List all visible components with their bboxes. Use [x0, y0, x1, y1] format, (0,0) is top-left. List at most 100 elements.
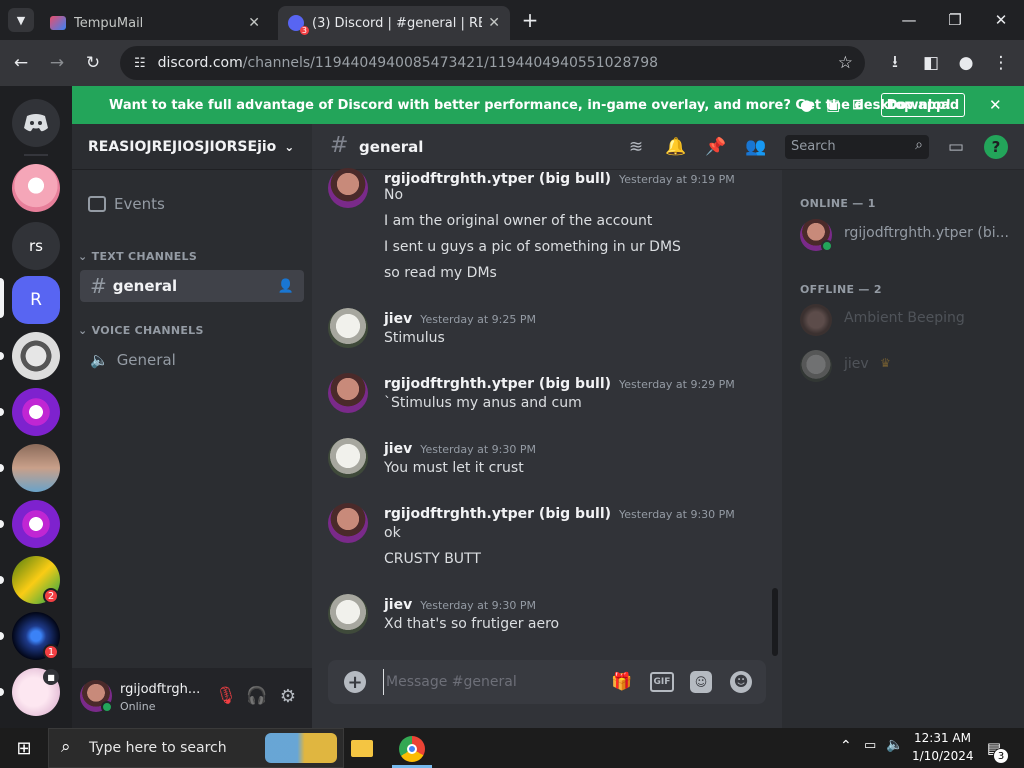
message-author[interactable]: jiev — [384, 441, 412, 457]
new-tab-button[interactable]: + — [518, 8, 542, 32]
server-r[interactable]: R — [12, 276, 60, 324]
reload-icon[interactable]: ↻ — [82, 52, 104, 74]
banner-text: Want to take full advantage of Discord w… — [109, 97, 952, 113]
server-rs[interactable]: rs — [12, 222, 60, 270]
address-bar[interactable]: ☷ discord.com/channels/11944049400854734… — [120, 46, 865, 80]
search-highlight-icon — [265, 733, 337, 763]
help-icon[interactable]: ? — [984, 135, 1008, 159]
gif-icon[interactable]: GIF — [650, 672, 674, 692]
member-list-icon[interactable]: 👥 — [744, 135, 768, 159]
server-name: REASIOJREJIOSJIORSEjio — [88, 138, 277, 155]
restore-button[interactable]: ❐ — [932, 0, 978, 40]
category-label: TEXT CHANNELS — [91, 250, 198, 263]
category-voice-channels[interactable]: ⌄ VOICE CHANNELS — [78, 324, 204, 337]
chevron-up-icon[interactable]: ⌃ — [840, 738, 852, 754]
browser-tab-strip: ▼ TempuMail ✕ 3 (3) Discord | #general |… — [0, 0, 1024, 40]
message-line: ok — [384, 525, 401, 541]
pin-icon[interactable]: 📌 — [704, 135, 728, 159]
unread-badge: 1 — [43, 644, 59, 660]
search-input[interactable]: Search ⌕ — [785, 135, 929, 159]
inbox-icon[interactable]: ▭ — [944, 135, 968, 159]
channel-label: general — [112, 277, 178, 295]
server-avatar-icon[interactable] — [12, 444, 60, 492]
member-item[interactable]: Ambient Beeping — [790, 300, 1016, 340]
separator — [24, 154, 48, 156]
taskbar-search[interactable]: ⌕ Type here to search — [48, 728, 344, 768]
back-icon[interactable]: ← — [10, 52, 32, 74]
online-status-dot — [101, 701, 113, 713]
windows-start-icon[interactable]: ⊞ — [0, 728, 48, 768]
message-author[interactable]: rgijodftrghth.ytper (big bull) — [384, 506, 611, 522]
avatar[interactable] — [328, 168, 368, 208]
search-placeholder: Search — [791, 139, 836, 154]
avatar[interactable] — [328, 308, 368, 348]
server-avatar-icon[interactable] — [12, 164, 60, 212]
online-header: ONLINE — 1 — [800, 197, 876, 210]
add-attachment-icon[interactable]: + — [344, 671, 366, 693]
site-info-icon[interactable]: ☷ — [134, 56, 146, 71]
channel-general[interactable]: # general 👤 — [80, 270, 304, 302]
message-author[interactable]: rgijodftrghth.ytper (big bull) — [384, 376, 611, 392]
menu-icon[interactable]: ⋮ — [990, 52, 1012, 74]
events-item[interactable]: Events — [80, 188, 304, 220]
channel-sidebar: REASIOJREJIOSJIORSEjio ⌄ Events ⌄ TEXT C… — [72, 124, 312, 728]
message-line: I sent u guys a pic of something in ur D… — [384, 239, 681, 255]
message-author[interactable]: jiev — [384, 311, 412, 327]
unread-badge: 2 — [43, 588, 59, 604]
clock-date[interactable]: 1/10/2024 — [912, 749, 974, 763]
mic-muted-icon[interactable]: 🎙 — [214, 684, 238, 708]
notification-count: 3 — [993, 748, 1009, 764]
gift-icon[interactable]: 🎁 — [610, 671, 634, 693]
bell-icon[interactable]: 🔔 — [664, 135, 688, 159]
emoji-icon[interactable]: ☻ — [730, 671, 752, 693]
tab-discord[interactable]: 3 (3) Discord | #general | REASIOJ ✕ — [278, 6, 510, 40]
avatar[interactable] — [328, 594, 368, 634]
close-tab-icon[interactable]: ✕ — [488, 15, 500, 31]
sticker-icon[interactable]: ☺ — [690, 671, 712, 693]
minimize-button[interactable]: — — [886, 0, 932, 40]
member-item[interactable]: jiev ♛ — [790, 346, 1016, 386]
headphones-icon[interactable]: 🎧 — [245, 684, 269, 708]
hashtag-icon: # — [330, 133, 349, 158]
category-text-channels[interactable]: ⌄ TEXT CHANNELS — [78, 250, 197, 263]
message-input[interactable]: Message #general — [383, 669, 583, 695]
scrollbar[interactable] — [772, 588, 778, 656]
bookmark-star-icon[interactable]: ☆ — [838, 53, 853, 73]
message-header: jiev Yesterday at 9:30 PM — [384, 438, 536, 457]
close-banner-icon[interactable]: ✕ — [989, 96, 1002, 114]
clock-time[interactable]: 12:31 AM — [914, 731, 971, 745]
voice-channel-general[interactable]: 🔈 General — [80, 344, 304, 376]
member-list: ONLINE — 1 rgijodftrghth.ytper (bi... OF… — [782, 170, 1024, 728]
server-avatar-icon[interactable] — [12, 332, 60, 380]
avatar[interactable] — [328, 373, 368, 413]
add-member-icon[interactable]: 👤 — [278, 279, 294, 294]
message-author[interactable]: jiev — [384, 597, 412, 613]
profile-icon[interactable]: ● — [955, 52, 977, 74]
settings-gear-icon[interactable]: ⚙ — [276, 684, 300, 708]
close-tab-icon[interactable]: ✕ — [248, 15, 260, 31]
category-label: VOICE CHANNELS — [91, 324, 204, 337]
discord-home-icon[interactable] — [12, 99, 60, 147]
download-icon[interactable]: ⭳ — [884, 52, 906, 74]
tab-tempumail[interactable]: TempuMail ✕ — [40, 6, 270, 40]
download-button[interactable]: Download — [881, 93, 965, 117]
forward-icon[interactable]: → — [46, 52, 68, 74]
message-line: Xd that's so frutiger aero — [384, 616, 560, 632]
network-icon[interactable]: ▭ — [864, 738, 876, 753]
message-author[interactable]: rgijodftrghth.ytper (big bull) — [384, 171, 611, 187]
close-window-button[interactable]: ✕ — [978, 0, 1024, 40]
chrome-icon[interactable] — [399, 736, 425, 762]
message-timestamp: Yesterday at 9:25 PM — [420, 313, 536, 326]
avatar[interactable] — [328, 503, 368, 543]
volume-muted-icon[interactable]: 🔈 — [886, 737, 903, 753]
member-item[interactable]: rgijodftrghth.ytper (bi... — [790, 215, 1016, 255]
server-header[interactable]: REASIOJREJIOSJIORSEjio ⌄ — [72, 124, 312, 170]
server-avatar-icon[interactable] — [12, 500, 60, 548]
message-line: No — [384, 187, 404, 203]
file-explorer-icon[interactable] — [350, 736, 374, 760]
side-panel-icon[interactable]: ◧ — [920, 52, 942, 74]
server-avatar-icon[interactable] — [12, 388, 60, 436]
avatar[interactable] — [328, 438, 368, 478]
threads-icon[interactable]: ≋ — [624, 135, 648, 159]
tab-search-button[interactable]: ▼ — [8, 8, 34, 32]
